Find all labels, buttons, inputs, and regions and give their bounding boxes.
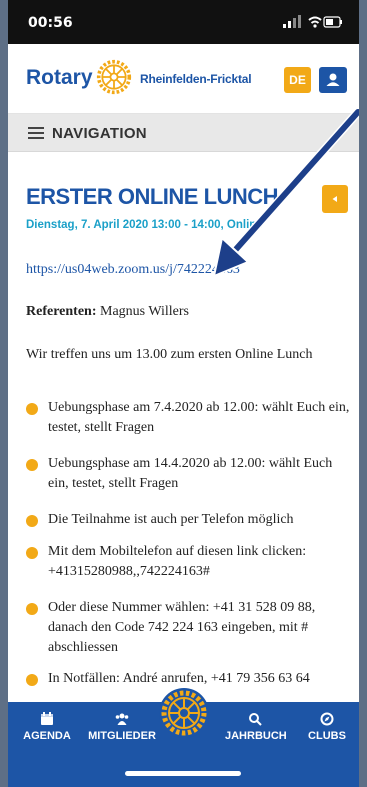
tab-agenda[interactable]: AGENDA	[22, 712, 72, 752]
wifi-icon	[308, 16, 322, 28]
list-item-text: Mit dem Mobiltelefon auf diesen link cli…	[48, 544, 307, 579]
navigation-label: NAVIGATION	[52, 125, 147, 142]
event-title: ERSTER ONLINE LUNCH	[26, 184, 279, 209]
bullet-dot	[26, 403, 38, 415]
event-date: Dienstag, 7. April 2020 13:00 - 14:00, O…	[26, 219, 263, 231]
caret-left-icon	[332, 196, 337, 202]
club-name: Rheinfelden-Fricktal	[140, 72, 252, 86]
list-item-text: Die Teilnahme ist auch per Telefon mögli…	[48, 512, 294, 527]
tab-mitglieder-label: MITGLIEDER	[88, 730, 156, 742]
status-icons	[283, 15, 342, 28]
signal-icon	[283, 15, 301, 28]
tab-mitglieder[interactable]: MITGLIEDER	[88, 712, 156, 752]
calendar-icon	[41, 712, 53, 725]
bullet-dot	[26, 459, 38, 471]
users-icon	[115, 713, 129, 725]
bullet-dot	[26, 547, 38, 559]
event-content: ERSTER ONLINE LUNCH Dienstag, 7. April 2…	[8, 152, 359, 702]
user-button[interactable]	[319, 67, 347, 93]
search-icon	[249, 713, 262, 726]
bullet-dot	[26, 674, 38, 686]
rotary-wheel-icon	[161, 690, 207, 736]
language-button[interactable]: DE	[284, 67, 311, 93]
status-time: 00:56	[28, 15, 73, 31]
hamburger-icon	[28, 127, 44, 139]
zoom-link[interactable]: https://us04web.zoom.us/j/742224163	[26, 262, 240, 278]
home-indicator[interactable]	[125, 771, 241, 776]
tab-jahrbuch-label: JAHRBUCH	[225, 730, 287, 742]
phone-screen: 00:56 Rotary Rheinfelden-Fricktal DE NAV…	[8, 0, 359, 787]
bullet-dot	[26, 603, 38, 615]
rotary-wheel-icon	[96, 59, 132, 95]
event-intro: Wir treffen uns um 13.00 zum ersten Onli…	[26, 347, 313, 362]
referenten-line: Referenten: Magnus Willers	[26, 304, 189, 320]
tab-clubs-label: CLUBS	[308, 730, 346, 742]
app-header: Rotary Rheinfelden-Fricktal DE	[8, 44, 359, 114]
bottom-tab-bar: AGENDA MITGLIEDER JAHRBUCH CLUBS	[8, 688, 359, 787]
list-item-text: Uebungsphase am 14.4.2020 ab 12.00: wähl…	[48, 456, 333, 491]
referenten-label: Referenten:	[26, 304, 97, 319]
rotary-logo-text: Rotary	[26, 66, 93, 89]
navigation-bar[interactable]: NAVIGATION	[8, 114, 359, 152]
back-button[interactable]	[322, 185, 348, 213]
rotary-home-button[interactable]	[159, 688, 209, 738]
tab-agenda-label: AGENDA	[23, 730, 71, 742]
status-bar: 00:56	[8, 0, 359, 44]
list-item-text: Oder diese Nummer wählen: +41 31 528 09 …	[48, 600, 316, 655]
list-item-text: Uebungsphase am 7.4.2020 ab 12.00: wählt…	[48, 400, 350, 435]
tab-jahrbuch[interactable]: JAHRBUCH	[225, 712, 287, 752]
tab-clubs[interactable]: CLUBS	[305, 712, 349, 752]
battery-icon	[323, 16, 342, 28]
compass-icon	[320, 712, 334, 726]
user-icon	[326, 73, 340, 86]
list-item-text: In Notfällen: André anrufen, +41 79 356 …	[48, 671, 310, 686]
bullet-dot	[26, 515, 38, 527]
referenten-value: Magnus Willers	[96, 304, 190, 319]
